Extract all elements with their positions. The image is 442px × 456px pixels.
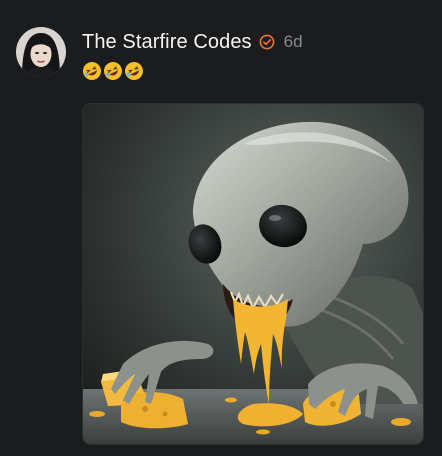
author-avatar[interactable] <box>16 27 66 77</box>
rofl-emoji-icon <box>125 62 143 80</box>
avatar-portrait-icon <box>16 27 66 77</box>
post-text <box>82 61 144 85</box>
post-media-image[interactable] <box>82 103 424 445</box>
author-name[interactable]: The Starfire Codes <box>82 31 252 54</box>
post-timestamp[interactable]: 6d <box>284 32 303 52</box>
post: The Starfire Codes 6d <box>0 0 442 456</box>
alien-eating-cheese-image <box>83 104 423 444</box>
post-header: The Starfire Codes 6d <box>82 29 303 55</box>
verified-badge-icon <box>259 34 275 50</box>
rofl-emoji-icon <box>104 62 122 80</box>
rofl-emoji-icon <box>83 62 101 80</box>
